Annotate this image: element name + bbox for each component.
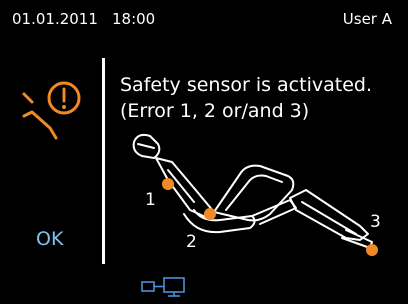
error-message-line-1: Safety sensor is activated. bbox=[120, 74, 372, 96]
status-user: User A bbox=[342, 10, 392, 28]
status-date: 01.01.2011 bbox=[12, 10, 98, 28]
sensor-point-1 bbox=[162, 178, 174, 190]
error-message: Safety sensor is activated. (Error 1, 2 … bbox=[120, 72, 400, 124]
sensor-label-3: 3 bbox=[370, 212, 381, 232]
sensor-label-1: 1 bbox=[145, 190, 156, 210]
sensor-point-2 bbox=[204, 208, 216, 220]
status-time: 18:00 bbox=[112, 10, 156, 28]
vertical-divider bbox=[102, 58, 105, 264]
ok-button[interactable]: OK bbox=[36, 228, 63, 250]
network-connection-icon bbox=[141, 277, 185, 297]
status-bar: 01.01.2011 18:00 User A bbox=[0, 0, 408, 40]
screen: 01.01.2011 18:00 User A OK Safety sensor… bbox=[0, 0, 408, 304]
sensor-point-3 bbox=[366, 244, 378, 256]
sensor-label-2: 2 bbox=[186, 232, 197, 252]
safety-warning-icon bbox=[22, 81, 81, 140]
